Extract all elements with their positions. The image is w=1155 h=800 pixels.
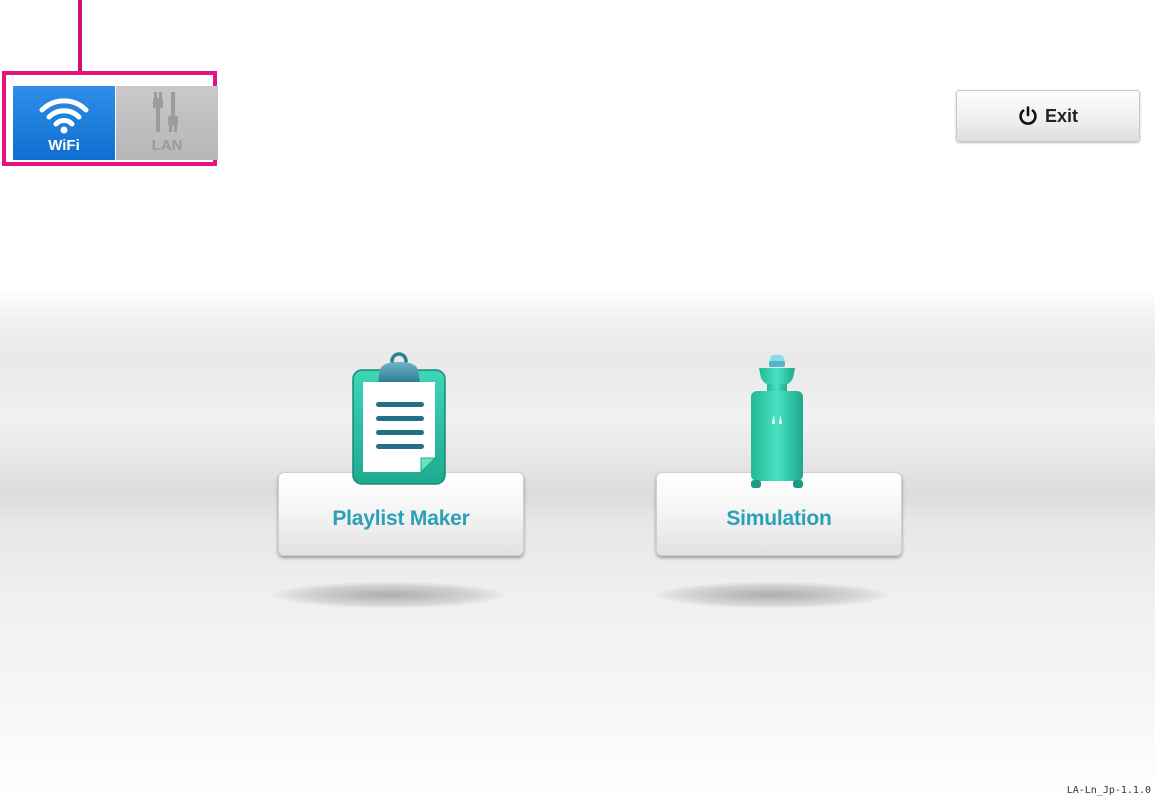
version-label: LA-Ln_Jp-1.1.0 — [1066, 785, 1151, 796]
simulation-label: Simulation — [726, 507, 832, 530]
lan-cable-icon — [153, 92, 178, 132]
clipboard-icon — [352, 352, 446, 485]
tile-shadow — [657, 582, 887, 608]
callout-line — [78, 0, 82, 74]
connection-selector-highlight: WiFi LAN — [2, 71, 218, 166]
playlist-maker-label: Playlist Maker — [332, 507, 470, 530]
lan-button[interactable]: LAN — [116, 86, 218, 160]
tile-shadow — [274, 582, 504, 608]
wifi-icon — [39, 98, 89, 134]
exit-button[interactable]: Exit — [956, 90, 1140, 142]
lan-label: LAN — [151, 137, 183, 154]
wifi-button[interactable]: WiFi — [13, 86, 115, 160]
power-icon — [1019, 106, 1037, 125]
exit-label: Exit — [1044, 105, 1078, 126]
wifi-label: WiFi — [48, 137, 80, 154]
manikin-icon — [751, 354, 803, 488]
